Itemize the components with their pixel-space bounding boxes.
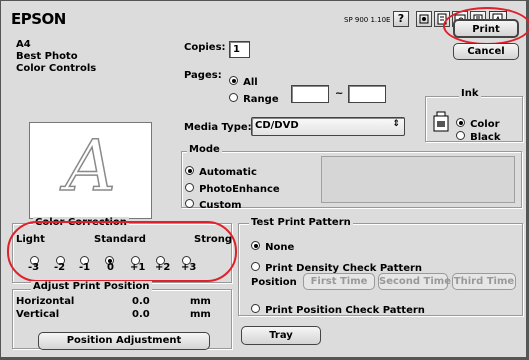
horizontal-value: 0.0 <box>132 296 150 307</box>
test-position-check-option[interactable]: Print Position Check Pattern <box>251 298 425 317</box>
position-adjustment-button[interactable]: Position Adjustment <box>38 332 210 350</box>
brand-logo: EPSON <box>11 10 66 28</box>
ink-black-option[interactable]: Black <box>456 125 500 144</box>
position-label: Position <box>251 277 297 288</box>
test-position-check-label: Print Position Check Pattern <box>265 305 425 316</box>
ink-black-label: Black <box>470 132 501 143</box>
cc-value-minus1: -1 <box>79 262 91 273</box>
pages-range-label: Range <box>243 94 279 105</box>
test-none-label: None <box>265 242 295 253</box>
summary-quality: Best Photo <box>16 51 78 62</box>
color-correction-group <box>12 223 232 283</box>
mode-title: Mode <box>187 144 222 155</box>
range-separator: ~ <box>335 88 344 99</box>
tray-button[interactable]: Tray <box>241 326 321 345</box>
vertical-unit: mm <box>190 309 211 320</box>
horizontal-label: Horizontal <box>16 296 75 307</box>
ink-black-radio[interactable] <box>456 131 465 140</box>
first-time-button[interactable]: First Time <box>303 273 375 290</box>
layout-icon[interactable] <box>434 11 450 27</box>
third-time-button[interactable]: Third Time <box>452 273 516 290</box>
print-dialog: EPSON SP 900 1.10E ? Print Cancel A4 Bes… <box>0 0 529 360</box>
media-type-value: CD/DVD <box>255 120 299 131</box>
cc-value-plus3: +3 <box>181 262 197 273</box>
print-button[interactable]: Print <box>453 19 519 38</box>
mode-automatic-radio[interactable] <box>185 166 194 175</box>
cc-value-0: 0 <box>107 262 114 273</box>
copies-input[interactable]: 1 <box>229 41 250 58</box>
test-none-radio[interactable] <box>251 241 260 250</box>
cc-standard-label: Standard <box>94 234 146 245</box>
test-print-title: Test Print Pattern <box>249 217 353 228</box>
test-position-check-radio[interactable] <box>251 304 260 313</box>
cc-light-label: Light <box>16 234 45 245</box>
cancel-button[interactable]: Cancel <box>453 43 519 60</box>
mode-photoenhance-radio[interactable] <box>185 183 194 192</box>
second-time-button[interactable]: Second Time <box>378 273 451 290</box>
cc-value-minus2: -2 <box>54 262 66 273</box>
media-type-label: Media Type: <box>184 122 252 133</box>
adjust-position-title: Adjust Print Position <box>31 281 152 292</box>
vertical-label: Vertical <box>16 309 60 320</box>
ink-title: Ink <box>459 88 481 99</box>
page-preview: A <box>29 122 152 219</box>
cc-strong-label: Strong <box>194 234 233 245</box>
summary-color: Color Controls <box>16 63 97 74</box>
color-correction-title: Color Correction <box>33 217 129 228</box>
select-arrows-icon: ⇕ <box>392 119 400 129</box>
copies-label: Copies: <box>184 42 226 53</box>
pages-range-option[interactable]: Range <box>229 87 279 106</box>
test-density-radio[interactable] <box>251 262 260 271</box>
pages-range-radio[interactable] <box>229 93 238 102</box>
range-to-input[interactable] <box>348 85 386 103</box>
pages-all-radio[interactable] <box>229 76 238 85</box>
mode-custom-radio[interactable] <box>185 199 194 208</box>
mode-custom-label: Custom <box>199 200 242 211</box>
mode-custom-option[interactable]: Custom <box>185 193 242 212</box>
range-from-input[interactable] <box>291 85 329 103</box>
ink-cartridge-icon <box>432 111 450 137</box>
help-button[interactable]: ? <box>393 11 409 27</box>
summary-paper: A4 <box>16 39 31 50</box>
horizontal-unit: mm <box>190 296 211 307</box>
preview-letter: A <box>64 124 116 208</box>
vertical-value: 0.0 <box>132 309 150 320</box>
media-type-select[interactable]: CD/DVD ⇕ <box>251 117 405 136</box>
settings-icon[interactable] <box>416 11 432 27</box>
cc-value-plus2: +2 <box>155 262 171 273</box>
model-label: SP 900 1.10E <box>344 16 391 24</box>
test-none-option[interactable]: None <box>251 235 294 254</box>
cc-value-plus1: +1 <box>130 262 146 273</box>
mode-settings-panel <box>321 156 515 203</box>
pages-label: Pages: <box>184 70 222 81</box>
cc-value-minus3: -3 <box>28 262 40 273</box>
